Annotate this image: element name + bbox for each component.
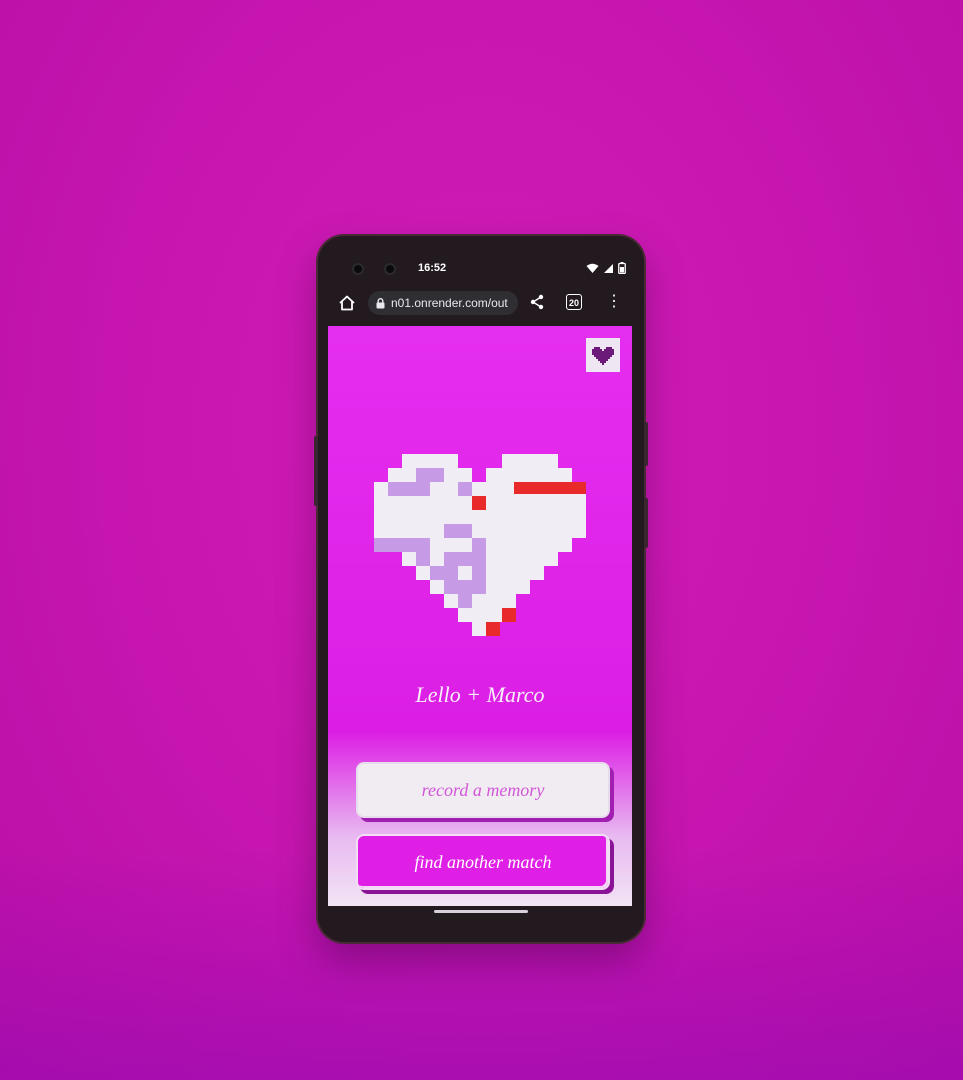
pixel-heart xyxy=(374,454,586,654)
find-match-button[interactable]: find another match xyxy=(356,834,610,890)
phone-device: 16:52 n01.onrender.com/out 20 ⋮ Lello + … xyxy=(314,236,648,942)
status-time: 16:52 xyxy=(418,262,447,274)
phone-side-button-left xyxy=(314,436,318,506)
pixel-heart-icon[interactable] xyxy=(586,338,620,372)
browser-toolbar: n01.onrender.com/out 20 ⋮ xyxy=(330,288,632,318)
phone-power-button xyxy=(644,422,648,466)
home-icon[interactable] xyxy=(338,294,356,312)
couple-names: Lello + Marco xyxy=(415,682,545,707)
url-text: n01.onrender.com/out xyxy=(391,296,508,310)
lock-icon xyxy=(376,297,385,308)
record-memory-button[interactable]: record a memory xyxy=(356,762,610,818)
address-bar[interactable]: n01.onrender.com/out xyxy=(368,291,518,315)
share-icon[interactable] xyxy=(530,294,544,310)
more-icon[interactable]: ⋮ xyxy=(606,292,622,312)
wifi-icon xyxy=(586,263,599,273)
status-icons xyxy=(586,262,626,274)
phone-volume-button xyxy=(644,498,648,548)
gesture-bar xyxy=(434,910,528,913)
status-bar: 16:52 xyxy=(330,258,632,282)
camera-lens-icon xyxy=(384,263,396,275)
app-screen: Lello + Marco record a memory find anoth… xyxy=(328,326,632,906)
signal-icon xyxy=(604,263,613,273)
tabs-icon[interactable]: 20 xyxy=(566,294,582,310)
battery-icon xyxy=(618,262,626,274)
camera-lens-icon xyxy=(352,263,364,275)
